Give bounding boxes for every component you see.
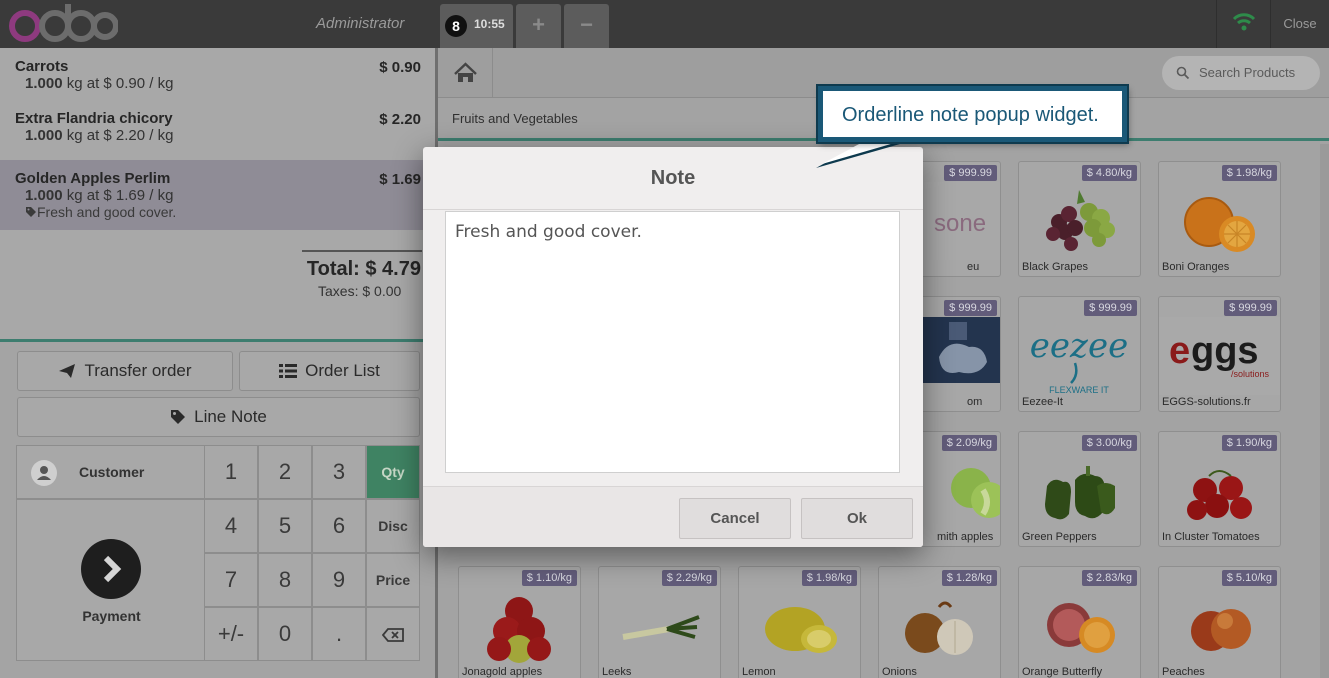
popup-footer: Cancel Ok (423, 486, 923, 547)
ok-button[interactable]: Ok (801, 498, 913, 539)
note-popup: Note Fresh and good cover. Cancel Ok (423, 147, 923, 547)
annotation-callout: Orderline note popup widget. (818, 86, 1127, 142)
note-textarea[interactable]: Fresh and good cover. (445, 211, 900, 473)
popup-title: Note (423, 147, 923, 210)
callout-text: Orderline note popup widget. (842, 104, 1099, 126)
cancel-button[interactable]: Cancel (679, 498, 791, 539)
